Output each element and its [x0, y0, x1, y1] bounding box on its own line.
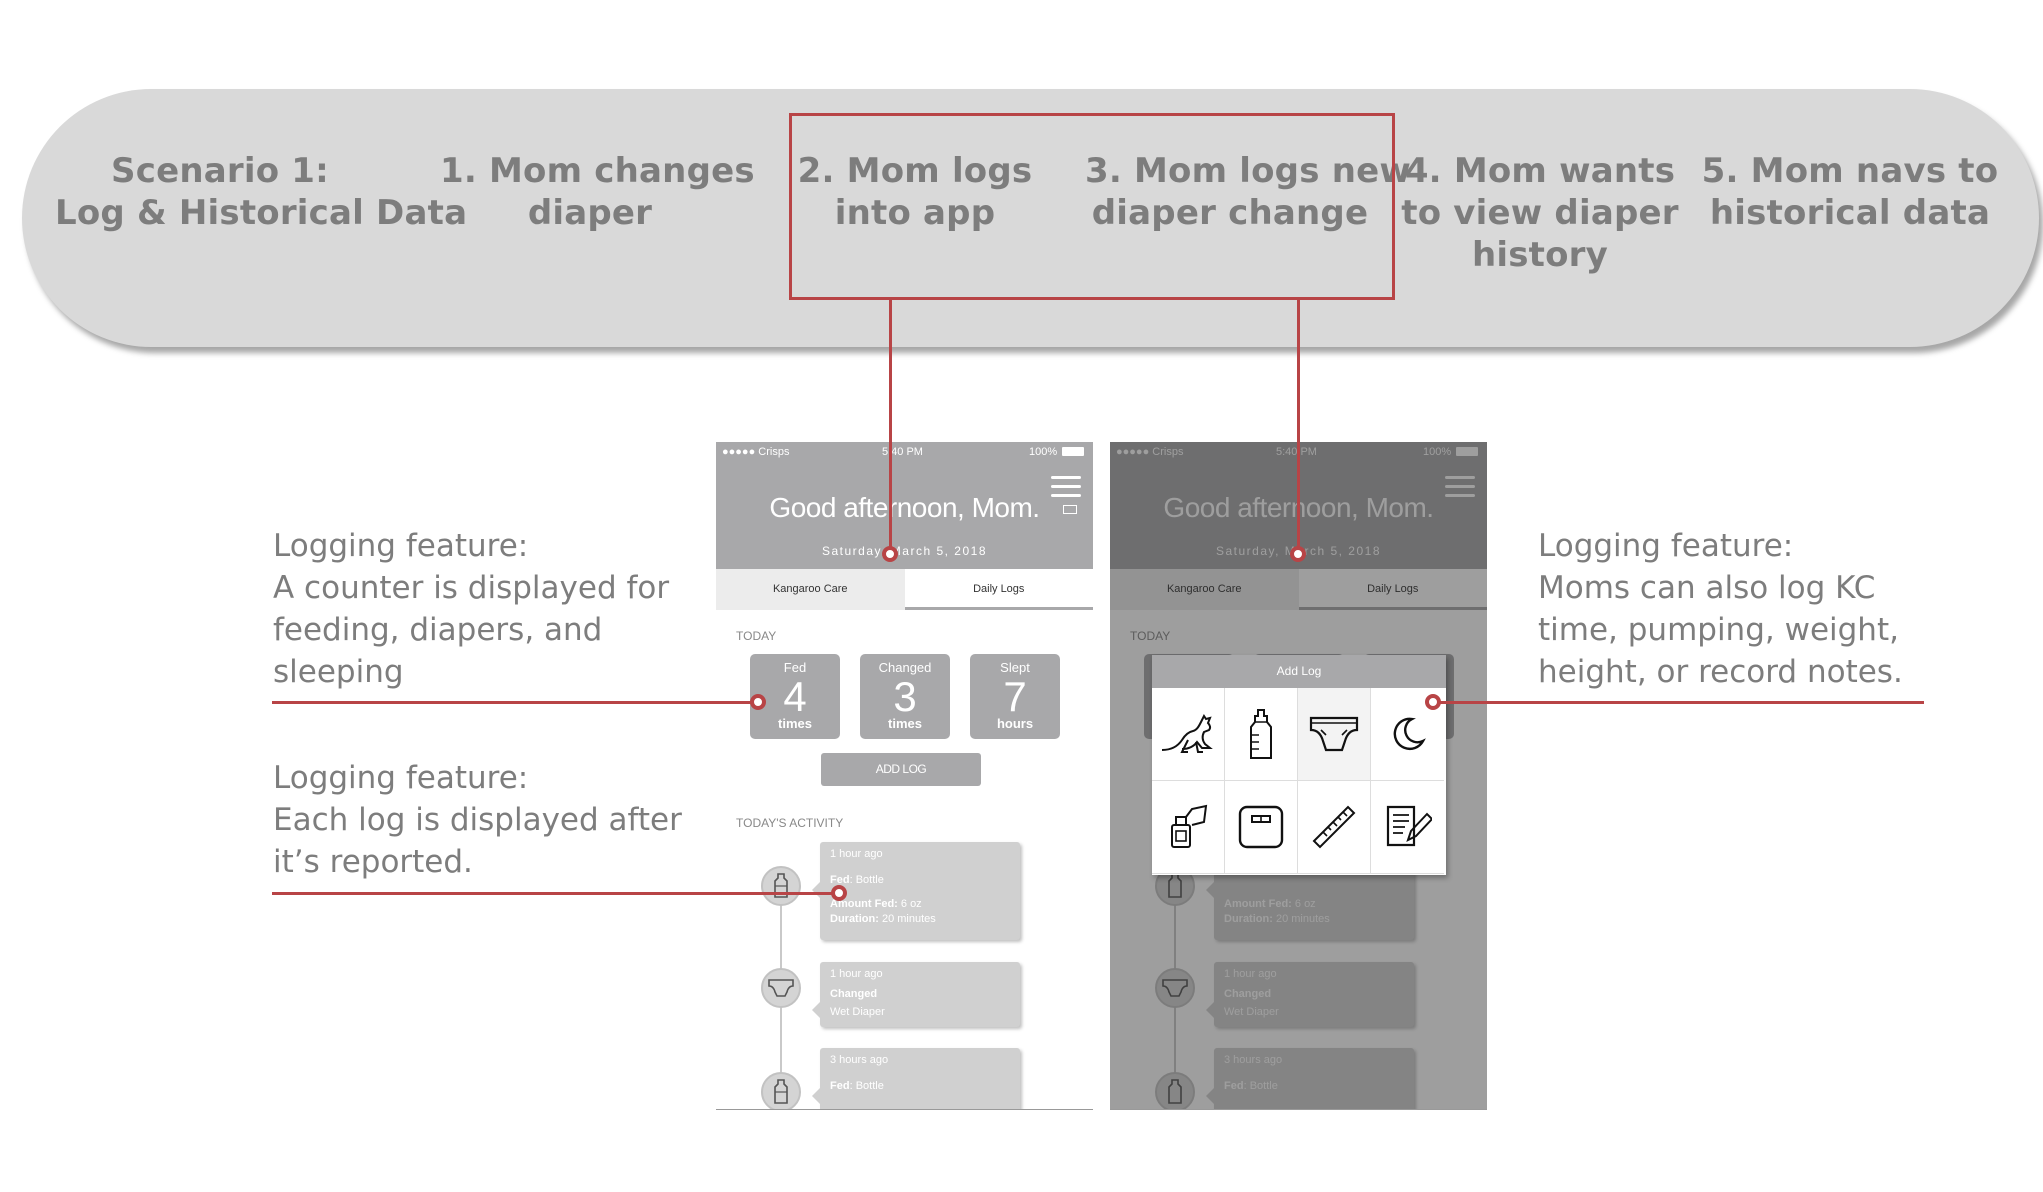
battery-label: 100% — [1029, 446, 1058, 458]
annotation-counter: Logging feature: A counter is displayed … — [273, 528, 670, 690]
pump-icon[interactable] — [1152, 781, 1225, 874]
battery-icon — [1062, 447, 1084, 456]
annotation-line-addlog — [1436, 701, 1924, 704]
add-log-modal: Add Log — [1152, 655, 1446, 875]
bottle-icon — [761, 866, 801, 906]
divider — [1110, 1109, 1487, 1110]
activity-card[interactable]: 1 hour ago Fed: Bottle Amount Fed: 6 oz … — [812, 842, 1020, 940]
kangaroo-icon[interactable] — [1152, 688, 1225, 781]
annotation-log: Logging feature: Each log is displayed a… — [273, 760, 682, 880]
activity-title: TODAY'S ACTIVITY — [736, 816, 844, 830]
connector-dot — [831, 885, 847, 901]
bottle-icon[interactable] — [1225, 688, 1298, 781]
add-log-button[interactable]: ADD LOG — [821, 753, 981, 786]
step-4: 4. Mom wants to view diaper history — [1401, 151, 1679, 275]
diaper-icon[interactable] — [1298, 688, 1371, 781]
scenario-title: Scenario 1: Log & Historical Data — [55, 151, 468, 233]
notes-icon[interactable] — [1371, 781, 1444, 874]
connector-dot — [1425, 694, 1441, 710]
date-label: Saturday, March 5, 2018 — [821, 544, 988, 558]
activity-card[interactable]: 3 hours ago Fed: Bottle — [812, 1048, 1020, 1110]
status-bar: ●●●●● Crisps 5:40 PM 100% — [716, 442, 1093, 464]
step-5: 5. Mom navs to historical data — [1701, 151, 1999, 233]
modal-title: Add Log — [1152, 655, 1446, 688]
connector-dot — [750, 694, 766, 710]
scale-icon[interactable] — [1225, 781, 1298, 874]
today-label: TODAY — [736, 629, 777, 643]
battery-small-icon — [1063, 505, 1077, 514]
activity-card[interactable]: 1 hour ago Changed Wet Diaper — [812, 962, 1020, 1027]
tab-kangaroo-care[interactable]: Kangaroo Care — [716, 569, 905, 610]
header: Good afternoon, Mom. Saturday, March 5, … — [716, 464, 1093, 569]
annotation-line-counter — [272, 701, 758, 704]
connector-dot — [882, 546, 898, 562]
counter-slept[interactable]: Slept 7 hours — [970, 654, 1060, 739]
annotation-addlog: Logging feature: Moms can also log KC ti… — [1538, 528, 1903, 690]
tab-daily-logs[interactable]: Daily Logs — [904, 569, 1093, 610]
counter-changed[interactable]: Changed 3 times — [860, 654, 950, 739]
connector-line — [889, 300, 892, 556]
carrier-label: ●●●●● Crisps — [722, 446, 790, 458]
connector-line — [1297, 300, 1300, 556]
highlight-box — [789, 113, 1395, 300]
divider — [716, 1109, 1093, 1110]
ruler-icon[interactable] — [1298, 781, 1371, 874]
tab-bar: Kangaroo Care Daily Logs — [716, 569, 1093, 610]
annotation-line-log — [272, 892, 840, 895]
diaper-icon — [761, 968, 801, 1008]
greeting: Good afternoon, Mom. — [769, 492, 1040, 523]
connector-dot — [1290, 546, 1306, 562]
phone-screen-daily-logs: ●●●●● Crisps 5:40 PM 100% Good afternoon… — [716, 442, 1093, 1110]
bottle-icon — [761, 1072, 801, 1110]
step-1: 1. Mom changes diaper — [440, 151, 755, 233]
